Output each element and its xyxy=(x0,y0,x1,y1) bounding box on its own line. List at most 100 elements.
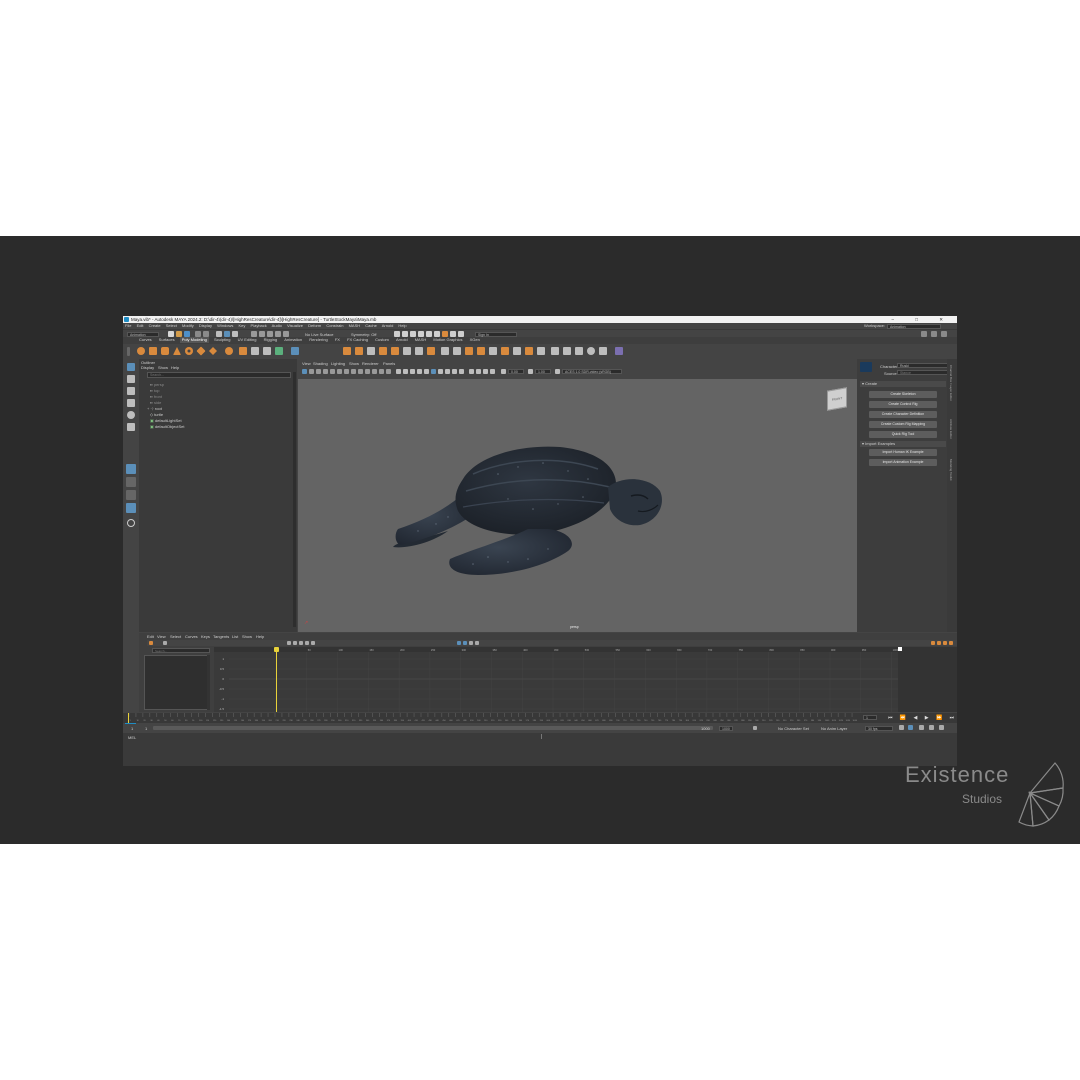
shelf-tab-custom[interactable]: Custom xyxy=(373,337,391,343)
character-set-dropdown[interactable]: No Character Set xyxy=(778,726,809,731)
shelf-tab-surfaces[interactable]: Surfaces xyxy=(157,337,177,343)
outliner-menu-help[interactable]: Help xyxy=(171,365,179,370)
scale-tool-icon[interactable] xyxy=(127,423,135,431)
viewport-menu-show[interactable]: Show xyxy=(349,361,359,366)
use-all-lights-icon[interactable] xyxy=(424,369,429,374)
wireframe-on-shaded-icon[interactable] xyxy=(410,369,415,374)
import-examples-section-header[interactable]: ▾ Import Examples xyxy=(860,441,946,447)
grid-icon[interactable] xyxy=(344,369,349,374)
import-human-ik-example-button[interactable]: Import Human IK Example xyxy=(869,449,937,456)
color-management-icon[interactable] xyxy=(555,369,560,374)
linear-tangents-icon[interactable] xyxy=(299,640,303,645)
rotate-tool-icon[interactable] xyxy=(127,411,135,419)
single-perspective-layout-icon[interactable] xyxy=(126,464,136,474)
poly-text-icon[interactable] xyxy=(251,347,259,355)
side-tab-channel-box[interactable]: Channel Box / Layer Editor xyxy=(949,365,953,401)
grease-pencil-icon[interactable] xyxy=(337,369,342,374)
menu-windows[interactable]: Windows xyxy=(217,323,233,328)
menu-create[interactable]: Create xyxy=(149,323,161,328)
backface-culling-icon[interactable] xyxy=(490,369,495,374)
outliner-item-top[interactable]: ▪▪ top xyxy=(150,388,160,393)
xray-joints-icon[interactable] xyxy=(483,369,488,374)
screen-space-ao-icon[interactable] xyxy=(438,369,443,374)
shadows-icon[interactable] xyxy=(431,369,436,374)
animation-preferences-icon[interactable] xyxy=(919,725,924,730)
view-cube[interactable]: FRONT xyxy=(827,387,847,411)
lattice-icon[interactable] xyxy=(599,347,607,355)
search-icon[interactable] xyxy=(127,519,135,527)
field-chart-icon[interactable] xyxy=(372,369,377,374)
gamma-icon[interactable] xyxy=(528,369,533,374)
outliner-search-input[interactable] xyxy=(147,372,291,378)
select-tool-icon[interactable] xyxy=(127,363,135,371)
svg-icon[interactable] xyxy=(263,347,271,355)
create-character-definition-button[interactable]: Create Character Definition xyxy=(869,411,937,418)
graph-menu-list[interactable]: List xyxy=(232,634,238,639)
poly-pyramid-icon[interactable] xyxy=(225,347,233,355)
graph-playhead-handle[interactable] xyxy=(274,647,279,652)
gamma-field[interactable]: 1.00 xyxy=(535,369,551,374)
fps-dropdown[interactable]: 30 fps xyxy=(865,725,893,731)
auto-key-icon[interactable] xyxy=(908,725,913,730)
command-line-input[interactable] xyxy=(141,734,541,739)
graph-menu-help[interactable]: Help xyxy=(256,634,264,639)
xray-icon[interactable] xyxy=(476,369,481,374)
outliner-item-persp[interactable]: ▪▪ persp xyxy=(150,382,164,387)
wireframe-icon[interactable] xyxy=(396,369,401,374)
create-control-rig-button[interactable]: Create Control Rig xyxy=(869,401,937,408)
clamped-tangents-icon[interactable] xyxy=(293,640,297,645)
graph-dope-sheet-icon[interactable] xyxy=(931,640,935,645)
viewport-menu-shading[interactable]: Shading xyxy=(313,361,328,366)
target-weld-icon[interactable] xyxy=(525,347,533,355)
menu-playback[interactable]: Playback xyxy=(251,323,267,328)
step-tangents-icon[interactable] xyxy=(311,640,315,645)
source-dropdown[interactable]: Stance xyxy=(897,370,948,375)
viewport-menu-renderer[interactable]: Renderer xyxy=(362,361,379,366)
gate-mask-icon[interactable] xyxy=(365,369,370,374)
menu-visualize[interactable]: Visualize xyxy=(287,323,303,328)
film-gate-icon[interactable] xyxy=(351,369,356,374)
shelf-tab-fx[interactable]: FX xyxy=(333,337,342,343)
window-controls[interactable]: – □ ✕ xyxy=(892,316,954,323)
outliner-item-default-light-set[interactable]: ▣ defaultLightSet xyxy=(150,418,182,423)
smooth-shade-icon[interactable] xyxy=(403,369,408,374)
menu-audio[interactable]: Audio xyxy=(272,323,282,328)
shelf-tab-curves[interactable]: Curves xyxy=(137,337,154,343)
move-tool-icon[interactable] xyxy=(127,399,135,407)
quad-draw-icon[interactable] xyxy=(551,347,559,355)
shelf-tab-rigging[interactable]: Rigging xyxy=(262,337,280,343)
range-start-field[interactable]: 1 xyxy=(131,726,133,731)
time-slider-playhead[interactable] xyxy=(128,713,129,723)
sweep-mesh-icon[interactable] xyxy=(275,347,283,355)
exposure-field[interactable]: 0.00 xyxy=(508,369,524,374)
outliner-menu-show[interactable]: Show xyxy=(158,365,168,370)
poly-torus-icon[interactable] xyxy=(185,347,193,355)
range-inner-start-field[interactable]: 1 xyxy=(145,726,147,731)
menu-set-dropdown[interactable]: Animation xyxy=(127,331,159,337)
viewport-menu-lighting[interactable]: Lighting xyxy=(331,361,345,366)
resolution-gate-icon[interactable] xyxy=(358,369,363,374)
merge-icon[interactable] xyxy=(453,347,461,355)
sound-icon[interactable] xyxy=(929,725,934,730)
create-skeleton-button[interactable]: Create Skeleton xyxy=(869,391,937,398)
shelf-tab-arnold[interactable]: Arnold xyxy=(394,337,410,343)
average-vertices-icon[interactable] xyxy=(379,347,387,355)
camera-attributes-icon[interactable] xyxy=(309,369,314,374)
workspace-dropdown[interactable]: Animation xyxy=(887,323,941,329)
playback-controls[interactable]: ⏮ ⏪ ◀ ▶ ⏩ ⏭ xyxy=(888,715,957,721)
append-polygon-icon[interactable] xyxy=(427,347,435,355)
safe-action-icon[interactable] xyxy=(379,369,384,374)
graph-key-stats-icon[interactable] xyxy=(163,640,167,645)
image-plane-icon[interactable] xyxy=(323,369,328,374)
menu-arnold[interactable]: Arnold xyxy=(382,323,394,328)
shelf-tab-fx-caching[interactable]: FX Caching xyxy=(345,337,370,343)
outliner-menu-display[interactable]: Display xyxy=(141,365,154,370)
extract-icon[interactable] xyxy=(343,347,351,355)
view-transform-dropdown[interactable]: ACES 1.0 SDR-video (sRGB) xyxy=(562,369,622,374)
booleans-icon[interactable] xyxy=(355,347,363,355)
menu-mash[interactable]: MASH xyxy=(349,323,361,328)
graph-settings-icon[interactable] xyxy=(949,640,953,645)
graph-move-keys-icon[interactable] xyxy=(149,640,153,645)
menu-file[interactable]: File xyxy=(125,323,131,328)
outliner-scrollbar[interactable] xyxy=(293,372,296,627)
